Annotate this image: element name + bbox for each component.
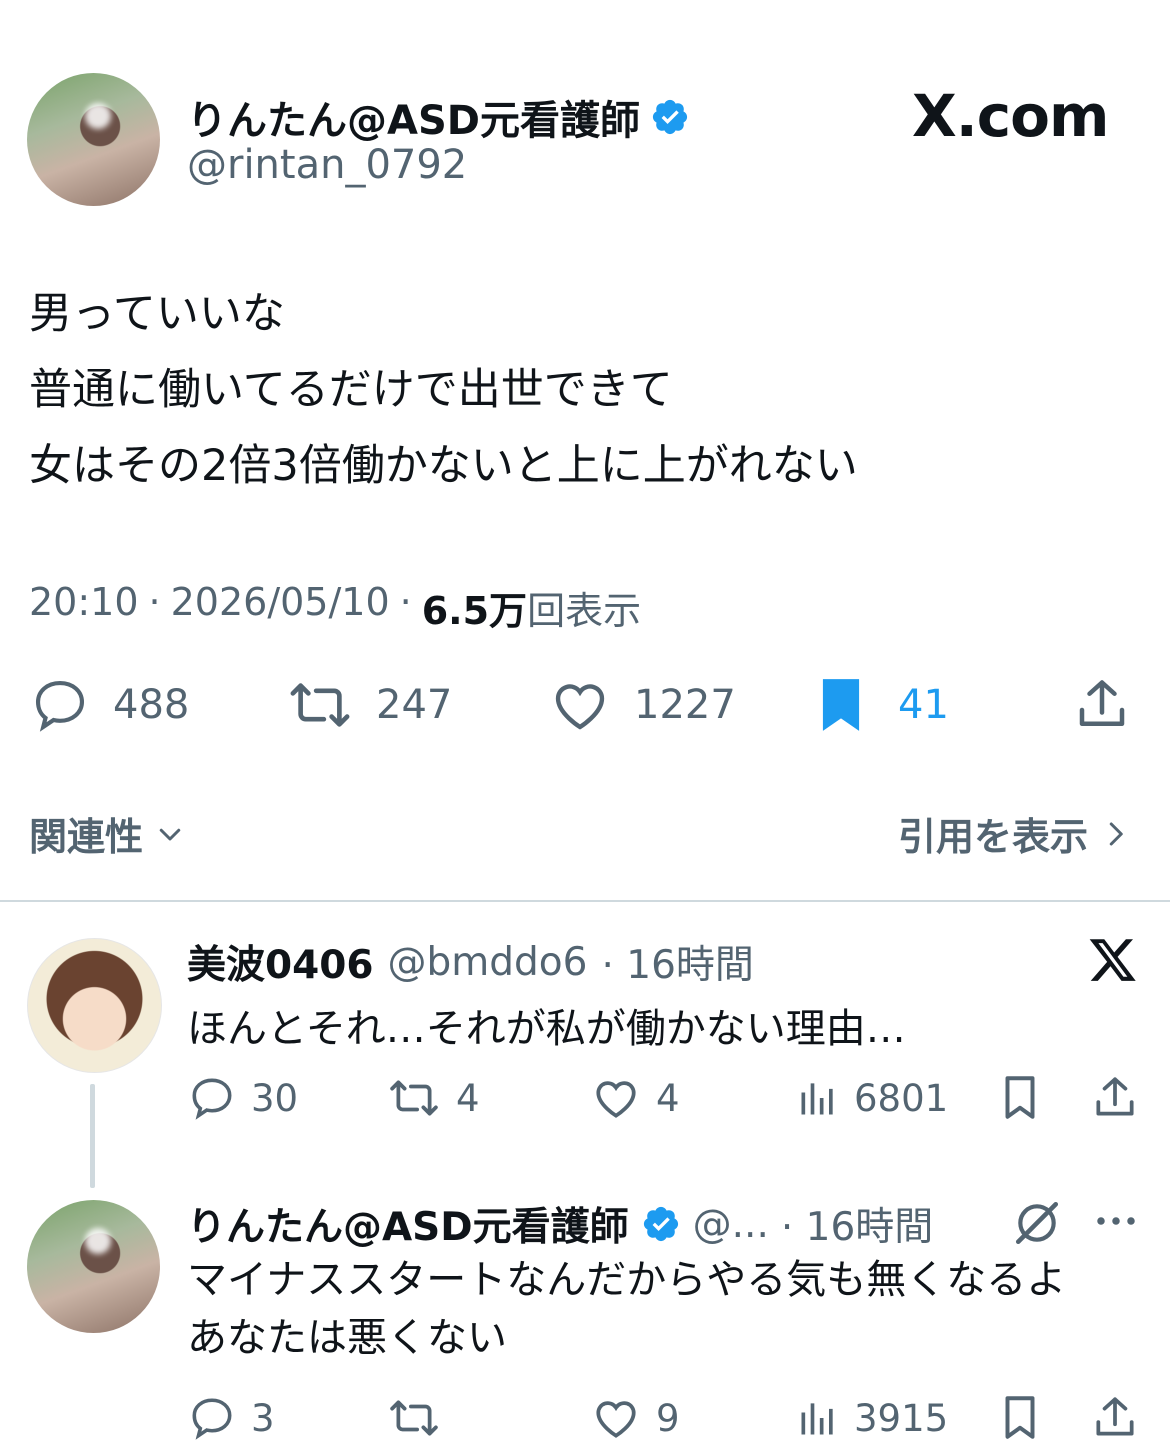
reply-handle[interactable]: @... [693, 1202, 769, 1247]
reply-display-name[interactable]: 美波0406 [187, 934, 374, 990]
reply-share-button[interactable] [1090, 1073, 1140, 1123]
bookmark-filled-icon [814, 674, 868, 736]
view-count: 6.5万 [421, 589, 528, 633]
reply-handle[interactable]: @bmddo6 [388, 940, 588, 985]
sort-relevance-button[interactable]: 関連性 [29, 806, 185, 861]
analytics-icon [796, 1073, 840, 1123]
tweet-meta: 20:10 · 2026/05/10 · 6.5万回表示 [29, 580, 641, 635]
share-button[interactable] [1072, 674, 1132, 736]
author-name-text[interactable]: りんたん@ASD元看護師 [187, 88, 640, 146]
author-handle[interactable]: @rintan_0792 [187, 142, 467, 188]
tweet-line: 女はその2倍3倍働かないと上に上がれない [29, 441, 858, 491]
tweet-line: 男っていいな [29, 289, 285, 339]
tweet-text: 男っていいな 普通に働いてるだけで出世できて 女はその2倍3倍働かないと上に上が… [29, 276, 858, 504]
reply-header: りんたん@ASD元看護師 @... · 16時間 [187, 1196, 933, 1252]
like-count: 1227 [634, 682, 736, 728]
reply-icon [187, 1393, 237, 1443]
view-quotes-link[interactable]: 引用を表示 [898, 806, 1130, 861]
reply-avatar[interactable] [27, 1200, 160, 1333]
x-logo-icon [1088, 934, 1138, 984]
more-options-icon[interactable] [1093, 1206, 1139, 1236]
like-count: 9 [656, 1396, 680, 1440]
like-count: 4 [656, 1076, 680, 1120]
bookmark-count: 41 [898, 682, 949, 728]
reply-time[interactable]: · 16時間 [781, 1196, 933, 1252]
section-divider [0, 900, 1170, 902]
author-avatar[interactable] [27, 73, 160, 206]
share-icon [1090, 1393, 1140, 1443]
reply-views-button[interactable]: 3915 [796, 1393, 948, 1443]
reply-icon [187, 1073, 237, 1123]
sort-relevance-label: 関連性 [29, 815, 144, 859]
retweet-icon [386, 1393, 442, 1443]
reply-count: 488 [113, 682, 190, 728]
view-quotes-label: 引用を表示 [898, 815, 1089, 859]
bookmark-button[interactable]: 41 [814, 674, 949, 736]
reply-count: 3 [251, 1396, 275, 1440]
chevron-right-icon [1100, 819, 1130, 849]
analytics-icon [796, 1393, 840, 1443]
reply-views-button[interactable]: 6801 [796, 1073, 948, 1123]
reply-share-button[interactable] [1090, 1393, 1140, 1443]
chevron-down-icon [155, 819, 185, 849]
retweet-button[interactable]: 247 [286, 674, 452, 736]
reply-avatar[interactable] [27, 938, 162, 1073]
reply-display-name[interactable]: りんたん@ASD元看護師 [187, 1196, 629, 1252]
reply-retweet-button[interactable] [386, 1393, 456, 1443]
verified-badge-icon [650, 97, 690, 137]
meta-separator: · [148, 580, 161, 624]
reply-text-line: マイナススタートなんだからやる気も無くなるよ [187, 1257, 1067, 1303]
reply-reply-button[interactable]: 30 [187, 1073, 298, 1123]
like-button[interactable]: 1227 [548, 674, 736, 736]
reply-like-button[interactable]: 9 [590, 1393, 680, 1443]
grok-icon[interactable] [1012, 1198, 1062, 1248]
bookmark-icon [997, 1073, 1043, 1123]
tweet-time[interactable]: 20:10 [29, 580, 139, 635]
thread-connector-line [90, 1084, 95, 1188]
meta-separator: · [399, 580, 412, 624]
reply-button[interactable]: 488 [29, 674, 189, 736]
bookmark-icon [997, 1393, 1043, 1443]
tweet-line: 普通に働いてるだけで出世できて [29, 365, 673, 415]
retweet-icon [386, 1073, 442, 1123]
view-count-label: 回表示 [527, 589, 642, 633]
reply-time[interactable]: · 16時間 [601, 934, 753, 990]
retweet-count: 247 [376, 682, 453, 728]
views-count: 3915 [854, 1396, 949, 1440]
heart-icon [590, 1393, 642, 1443]
share-icon [1072, 674, 1132, 736]
reply-icon [29, 674, 91, 736]
reply-like-button[interactable]: 4 [590, 1073, 680, 1123]
reply-text-line: あなたは悪くない [187, 1315, 507, 1361]
reply-text: ほんとそれ…それが私が働かない理由… [187, 1006, 906, 1052]
author-display-name[interactable]: りんたん@ASD元看護師 [187, 88, 690, 146]
heart-icon [590, 1073, 642, 1123]
verified-badge-icon [641, 1204, 681, 1244]
retweet-count: 4 [456, 1076, 480, 1120]
x-brand-logo: X.com [912, 82, 1109, 150]
reply-bookmark-button[interactable] [997, 1073, 1043, 1123]
reply-bookmark-button[interactable] [997, 1393, 1043, 1443]
tweet-date[interactable]: 2026/05/10 [171, 580, 390, 635]
reply-header: 美波0406 @bmddo6 · 16時間 [187, 934, 754, 990]
retweet-icon [286, 674, 354, 736]
reply-retweet-button[interactable]: 4 [386, 1073, 480, 1123]
share-icon [1090, 1073, 1140, 1123]
reply-count: 30 [251, 1076, 299, 1120]
reply-text: マイナススタートなんだからやる気も無くなるよ あなたは悪くない [187, 1251, 1066, 1367]
heart-icon [548, 674, 612, 736]
views-count: 6801 [854, 1076, 949, 1120]
reply-reply-button[interactable]: 3 [187, 1393, 275, 1443]
